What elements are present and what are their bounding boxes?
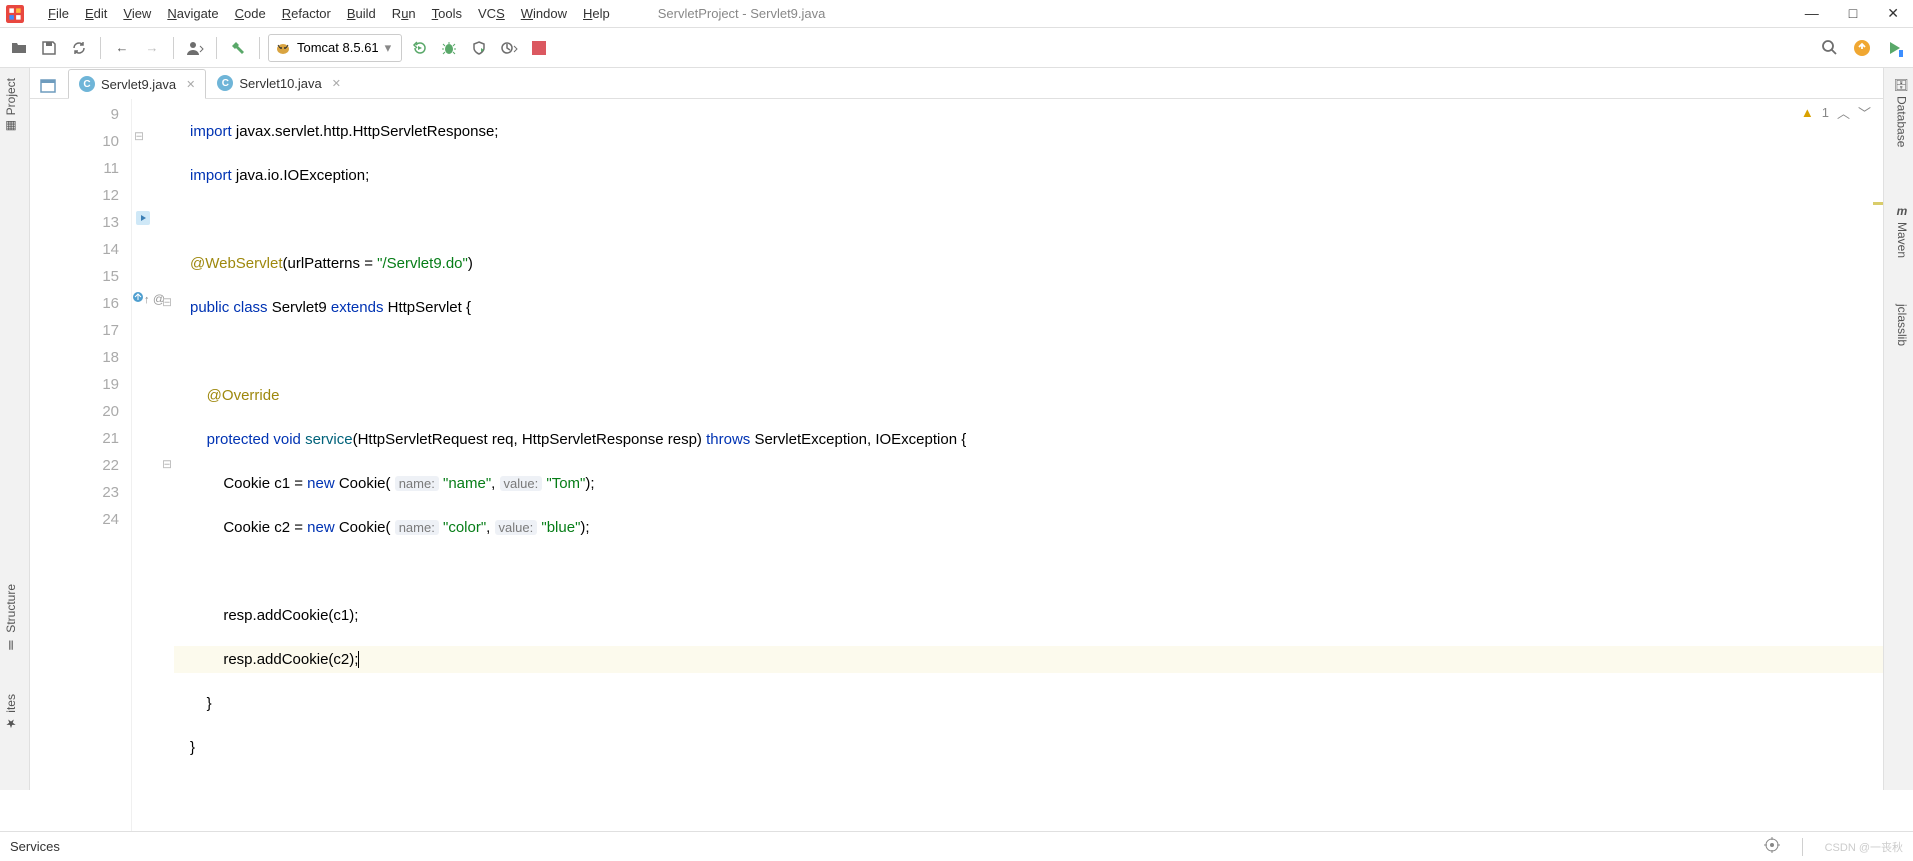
run-anything-button[interactable] <box>1881 35 1907 61</box>
hammer-build-button[interactable] <box>225 35 251 61</box>
menu-window[interactable]: Window <box>513 3 575 24</box>
close-tab-icon[interactable]: ✕ <box>332 77 341 90</box>
window-controls: — □ ✕ <box>1805 5 1907 22</box>
project-view-icon[interactable] <box>36 74 60 98</box>
gutter-icons: ↑ @ ⊟ ⊟ ⊟ <box>132 99 174 839</box>
tool-structure[interactable]: ⦀Structure <box>2 578 20 658</box>
window-title: ServletProject - Servlet9.java <box>658 6 826 21</box>
menu-navigate[interactable]: Navigate <box>159 3 226 24</box>
editor-tabbar: C Servlet9.java ✕ C Servlet10.java ✕ <box>30 68 1883 99</box>
forward-button[interactable]: → <box>139 35 165 61</box>
override-gutter-icon[interactable]: ↑ @ <box>132 291 165 306</box>
class-icon: C <box>217 75 233 91</box>
inspection-widget[interactable]: ▲ 1 ︿ ﹀ <box>1801 103 1871 122</box>
run-config-label: Tomcat 8.5.61 <box>297 40 379 55</box>
fold-icon[interactable]: ⊟ <box>134 129 144 143</box>
toolbar: ← → Tomcat 8.5.61 ▾ <box>0 28 1913 68</box>
editor-wrap: C Servlet9.java ✕ C Servlet10.java ✕ 910… <box>30 68 1883 790</box>
class-icon: C <box>79 76 95 92</box>
tomcat-icon <box>275 40 291 56</box>
ide-target-icon[interactable] <box>1764 837 1780 856</box>
tab-label: Servlet10.java <box>239 76 321 91</box>
profiler-button[interactable] <box>496 35 522 61</box>
menu-edit[interactable]: Edit <box>77 3 115 24</box>
close-button[interactable]: ✕ <box>1887 5 1899 22</box>
menubar: File Edit View Navigate Code Refactor Bu… <box>0 0 1913 28</box>
menu-vcs[interactable]: VCS <box>470 3 513 24</box>
tool-maven[interactable]: mMaven <box>1893 198 1911 264</box>
tab-label: Servlet9.java <box>101 77 176 92</box>
warning-mark[interactable] <box>1873 202 1883 205</box>
tool-services[interactable]: Services <box>10 839 60 854</box>
profile-button[interactable] <box>182 35 208 61</box>
sync-button[interactable] <box>66 35 92 61</box>
search-button[interactable] <box>1817 35 1843 61</box>
open-button[interactable] <box>6 35 32 61</box>
menu-code[interactable]: Code <box>227 3 274 24</box>
prev-highlight-icon[interactable]: ︿ <box>1837 103 1850 122</box>
code-content[interactable]: import javax.servlet.http.HttpServletRes… <box>174 99 1883 839</box>
tool-project[interactable]: ▦Project <box>2 72 20 139</box>
tool-favorites[interactable]: ★ites <box>2 688 20 737</box>
tool-jclasslib[interactable]: jclasslib <box>1893 298 1911 352</box>
ide-update-button[interactable] <box>1849 35 1875 61</box>
left-tool-strip: ▦Project ⦀Structure ★ites <box>0 68 30 790</box>
menu-refactor[interactable]: Refactor <box>274 3 339 24</box>
watermark: CSDN @一丧秋 <box>1825 839 1903 855</box>
close-tab-icon[interactable]: ✕ <box>186 78 195 91</box>
warning-count: 1 <box>1822 105 1829 120</box>
tab-servlet10[interactable]: C Servlet10.java ✕ <box>206 68 352 98</box>
menu-tools[interactable]: Tools <box>424 3 470 24</box>
menu-file[interactable]: File <box>40 3 77 24</box>
warning-icon: ▲ <box>1801 105 1814 120</box>
back-button[interactable]: ← <box>109 35 135 61</box>
statusbar: Services CSDN @一丧秋 <box>0 831 1913 861</box>
right-tool-strip: 🗄Database mMaven jclasslib <box>1883 68 1913 790</box>
save-button[interactable] <box>36 35 62 61</box>
tab-servlet9[interactable]: C Servlet9.java ✕ <box>68 69 206 99</box>
main-area: ▦Project ⦀Structure ★ites C Servlet9.jav… <box>0 68 1913 790</box>
menu-run[interactable]: Run <box>384 3 424 24</box>
stop-button[interactable] <box>526 35 552 61</box>
tool-database[interactable]: 🗄Database <box>1892 72 1911 153</box>
menu-view[interactable]: View <box>115 3 159 24</box>
menu-help[interactable]: Help <box>575 3 618 24</box>
coverage-button[interactable] <box>466 35 492 61</box>
error-stripe[interactable] <box>1869 102 1883 802</box>
minimize-button[interactable]: — <box>1805 5 1819 22</box>
run-config-dropdown[interactable]: Tomcat 8.5.61 ▾ <box>268 34 402 62</box>
menu-build[interactable]: Build <box>339 3 384 24</box>
text-cursor <box>358 651 359 668</box>
line-number-gutter: 9101112 13141516 17181920 21222324 <box>30 99 132 839</box>
fold-icon[interactable]: ⊟ <box>162 457 172 471</box>
chevron-down-icon: ▾ <box>385 40 392 56</box>
code-editor[interactable]: 9101112 13141516 17181920 21222324 ↑ @ ⊟… <box>30 99 1883 839</box>
run-gutter-icon[interactable] <box>136 211 150 228</box>
run-button[interactable] <box>406 35 432 61</box>
debug-button[interactable] <box>436 35 462 61</box>
maximize-button[interactable]: □ <box>1849 5 1857 22</box>
fold-icon[interactable]: ⊟ <box>162 295 172 309</box>
app-logo-icon <box>6 5 24 23</box>
